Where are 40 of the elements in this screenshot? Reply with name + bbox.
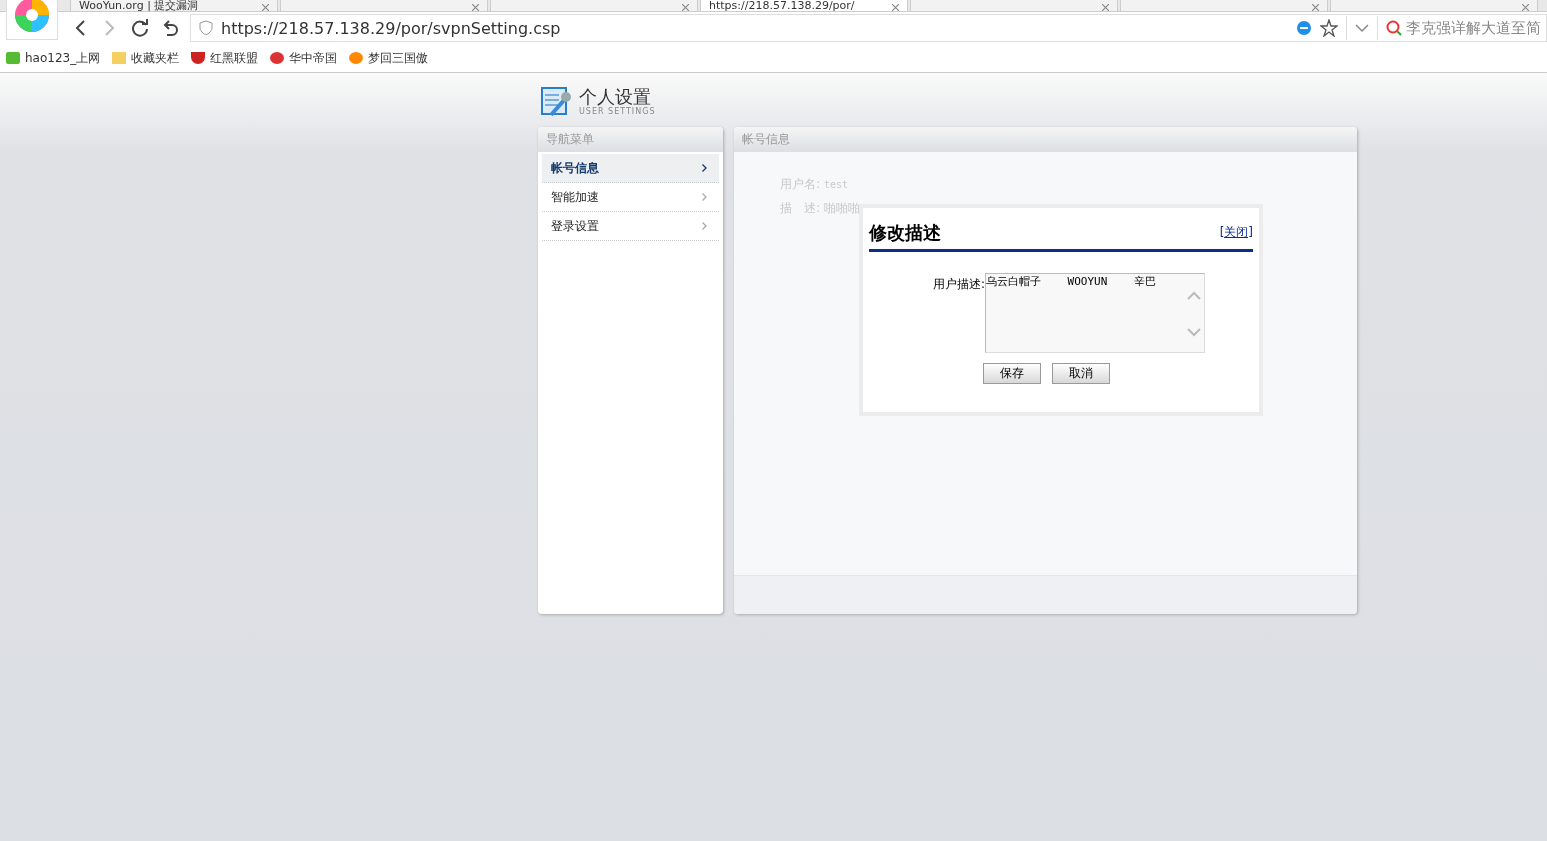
- bookmark-link[interactable]: 红黑联盟: [191, 49, 259, 67]
- bookmark-link[interactable]: 华中帝国: [270, 49, 338, 67]
- address-bar[interactable]: https://218.57.138.29/por/svpnSetting.csp 李克强详解大道至简: [190, 14, 1547, 42]
- chevron-icon: [702, 164, 707, 172]
- bookmark-link[interactable]: 梦回三国傲: [349, 49, 429, 67]
- close-icon[interactable]: [472, 4, 479, 11]
- nav-item[interactable]: 帐号信息: [542, 154, 719, 183]
- save-button[interactable]: 保存: [983, 363, 1041, 384]
- close-icon[interactable]: [262, 4, 269, 11]
- chevron-icon: [702, 222, 707, 230]
- close-link[interactable]: [关闭]: [1219, 224, 1253, 241]
- browser-logo-icon[interactable]: [6, 0, 58, 40]
- page-title: 个人设置: [579, 86, 652, 107]
- nav-item[interactable]: 登录设置: [542, 212, 719, 241]
- close-icon[interactable]: [892, 4, 899, 11]
- reload-icon[interactable]: [130, 19, 150, 37]
- settings-window-icon: [541, 85, 573, 117]
- scroll-down-icon[interactable]: [1187, 328, 1202, 337]
- browser-tab[interactable]: WooYun.org | 提交漏洞: [70, 0, 278, 12]
- close-icon[interactable]: [1522, 4, 1529, 11]
- dialog-title: 修改描述: [869, 220, 941, 245]
- browser-tab[interactable]: https://218.57.138.29/por/: [700, 0, 908, 12]
- bookmark-link[interactable]: 收藏夹栏: [112, 49, 180, 67]
- star-icon[interactable]: [1320, 19, 1338, 37]
- page-subtitle: USER SETTINGS: [579, 106, 656, 116]
- chevron-icon: [702, 193, 707, 201]
- nav-item[interactable]: 智能加速: [542, 183, 719, 212]
- dropdown-icon[interactable]: [1355, 23, 1369, 33]
- nav-panel-title: 导航菜单: [538, 127, 723, 152]
- field-label: 用户描述:: [933, 276, 986, 293]
- account-panel-title: 帐号信息: [734, 127, 1357, 152]
- search-icon: [1386, 20, 1402, 36]
- close-icon[interactable]: [682, 4, 689, 11]
- close-icon[interactable]: [1312, 4, 1319, 11]
- cancel-button[interactable]: 取消: [1052, 363, 1110, 384]
- close-icon[interactable]: [1102, 4, 1109, 11]
- bookmark-link[interactable]: hao123_上网: [6, 49, 101, 67]
- shield-icon: [199, 20, 213, 36]
- scroll-up-icon[interactable]: [1187, 291, 1202, 300]
- description-textarea[interactable]: 乌云白帽子 WOOYUN 辛巴: [985, 273, 1206, 353]
